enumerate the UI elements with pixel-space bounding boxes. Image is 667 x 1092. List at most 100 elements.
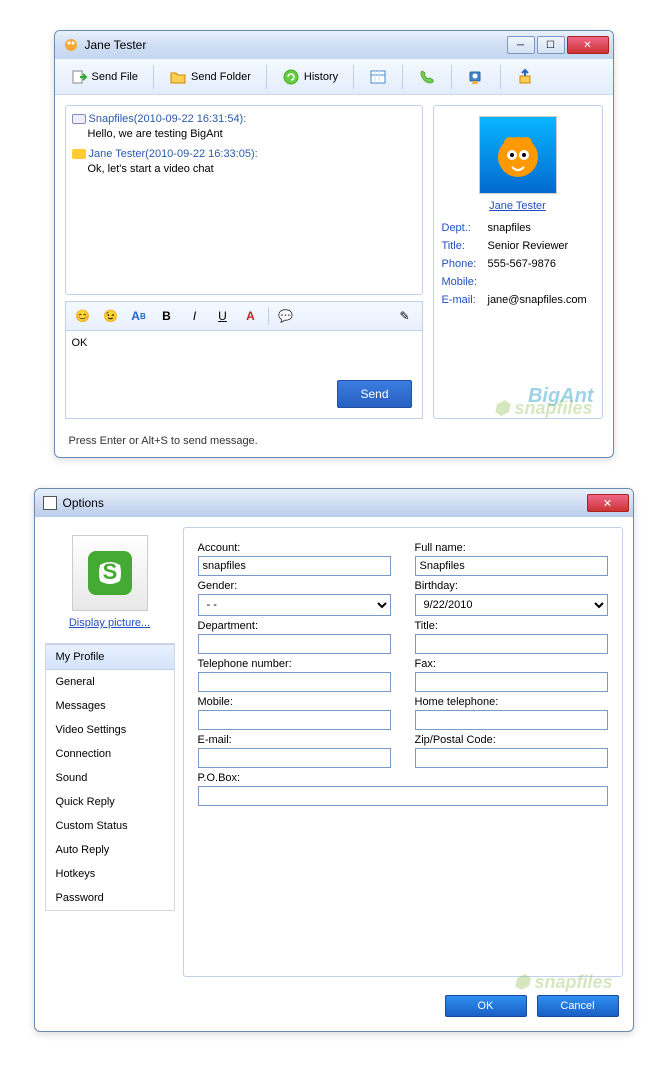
separator xyxy=(266,65,267,89)
birthday-select[interactable]: 9/22/2010 xyxy=(415,594,608,616)
email-label: E-mail: xyxy=(198,734,391,746)
display-picture: S xyxy=(72,535,148,611)
contact-name-link[interactable]: Jane Tester xyxy=(442,200,594,212)
send-file-button[interactable]: Send File xyxy=(61,63,147,91)
telephone-label: Telephone number: xyxy=(198,658,391,670)
history-button[interactable]: History xyxy=(273,63,347,91)
title-input[interactable] xyxy=(415,634,608,654)
department-label: Department: xyxy=(198,620,391,632)
maximize-button[interactable]: ☐ xyxy=(537,36,565,54)
upload-icon xyxy=(516,68,534,86)
history-icon xyxy=(282,68,300,86)
message: Snapfiles(2010-09-22 16:31:54): Hello, w… xyxy=(72,112,416,143)
nav-item-video-settings[interactable]: Video Settings xyxy=(46,718,174,742)
app-icon xyxy=(43,496,57,510)
department-input[interactable] xyxy=(198,634,391,654)
email-input[interactable] xyxy=(198,748,391,768)
fullname-label: Full name: xyxy=(415,542,608,554)
font-color-button[interactable]: A xyxy=(240,306,262,326)
display-picture-link[interactable]: Display picture... xyxy=(69,617,150,629)
zip-input[interactable] xyxy=(415,748,608,768)
message-history[interactable]: Snapfiles(2010-09-22 16:31:54): Hello, w… xyxy=(65,105,423,295)
message-input[interactable]: OK xyxy=(72,337,416,349)
gender-select[interactable]: - - xyxy=(198,594,391,616)
mobile-input[interactable] xyxy=(198,710,391,730)
nav-item-quick-reply[interactable]: Quick Reply xyxy=(46,790,174,814)
account-input[interactable] xyxy=(198,556,391,576)
underline-button[interactable]: U xyxy=(212,306,234,326)
app-icon xyxy=(63,37,79,53)
home-tel-input[interactable] xyxy=(415,710,608,730)
fullname-input[interactable] xyxy=(415,556,608,576)
nav-item-connection[interactable]: Connection xyxy=(46,742,174,766)
window-title: Jane Tester xyxy=(85,38,505,52)
folder-icon xyxy=(169,68,187,86)
separator xyxy=(402,65,403,89)
send-folder-button[interactable]: Send Folder xyxy=(160,63,260,91)
close-button[interactable]: ✕ xyxy=(587,494,629,512)
close-button[interactable]: ✕ xyxy=(567,36,609,54)
title-label: Title: xyxy=(415,620,608,632)
fax-label: Fax: xyxy=(415,658,608,670)
phone-value: 555-567-9876 xyxy=(488,258,594,270)
sidebar: S Display picture... My Profile General … xyxy=(45,527,175,977)
nav-item-password[interactable]: Password xyxy=(46,886,174,910)
nav-item-custom-status[interactable]: Custom Status xyxy=(46,814,174,838)
telephone-input[interactable] xyxy=(198,672,391,692)
pobox-input[interactable] xyxy=(198,786,608,806)
smiley-icon: 😊 xyxy=(75,309,90,323)
profile-form: Account: Full name: Gender: - - Birthday… xyxy=(183,527,623,977)
toolbar: Send File Send Folder History xyxy=(55,59,613,95)
italic-button[interactable]: I xyxy=(184,306,206,326)
mobile-label: Mobile: xyxy=(198,696,391,708)
nav-item-auto-reply[interactable]: Auto Reply xyxy=(46,838,174,862)
ok-button[interactable]: OK xyxy=(445,995,527,1017)
bold-button[interactable]: B xyxy=(156,306,178,326)
nav-item-hotkeys[interactable]: Hotkeys xyxy=(46,862,174,886)
send-folder-label: Send Folder xyxy=(191,71,251,83)
chat-bubble-button[interactable]: 💬 xyxy=(275,306,297,326)
separator xyxy=(153,65,154,89)
contact-avatar xyxy=(479,116,557,194)
dept-label: Dept.: xyxy=(442,222,488,234)
phone-icon xyxy=(418,68,436,86)
send-button[interactable]: Send xyxy=(337,380,411,408)
nav-item-general[interactable]: General xyxy=(46,670,174,694)
svg-text:S: S xyxy=(102,559,117,584)
transfer-button[interactable] xyxy=(507,63,543,91)
pen-icon: ✎ xyxy=(399,309,409,323)
titlebar: Jane Tester ─ ☐ ✕ xyxy=(55,31,613,59)
nav-list: My Profile General Messages Video Settin… xyxy=(45,643,175,911)
file-arrow-icon xyxy=(70,68,88,86)
fax-input[interactable] xyxy=(415,672,608,692)
webcam-icon xyxy=(467,68,485,86)
message-input-area[interactable]: OK Send xyxy=(65,331,423,419)
bubble-icon: 💬 xyxy=(278,309,293,323)
pobox-label: P.O.Box: xyxy=(198,772,608,784)
font-button[interactable]: AB xyxy=(128,306,150,326)
separator xyxy=(451,65,452,89)
calendar-button[interactable] xyxy=(360,63,396,91)
cancel-button[interactable]: Cancel xyxy=(537,995,619,1017)
title-label: Title: xyxy=(442,240,488,252)
emoji-button[interactable]: 😊 xyxy=(72,306,94,326)
mobile-label: Mobile: xyxy=(442,276,488,288)
signature-button[interactable]: ✎ xyxy=(394,306,416,326)
message: Jane Tester(2010-09-22 16:33:05): Ok, le… xyxy=(72,147,416,178)
nav-item-messages[interactable]: Messages xyxy=(46,694,174,718)
email-value: jane@snapfiles.com xyxy=(488,294,594,306)
voice-call-button[interactable] xyxy=(409,63,445,91)
options-window: Options ✕ S Display picture... My Profil… xyxy=(34,488,634,1032)
contact-panel: Jane Tester Dept.:snapfiles Title:Senior… xyxy=(433,105,603,419)
nav-item-sound[interactable]: Sound xyxy=(46,766,174,790)
envelope-icon xyxy=(72,149,86,159)
zip-label: Zip/Postal Code: xyxy=(415,734,608,746)
send-file-label: Send File xyxy=(92,71,138,83)
emoji-wink-button[interactable]: 😉 xyxy=(100,306,122,326)
video-call-button[interactable] xyxy=(458,63,494,91)
dept-value: snapfiles xyxy=(488,222,594,234)
nav-item-my-profile[interactable]: My Profile xyxy=(46,644,174,670)
minimize-button[interactable]: ─ xyxy=(507,36,535,54)
calendar-icon xyxy=(369,68,387,86)
email-label: E-mail: xyxy=(442,294,488,306)
